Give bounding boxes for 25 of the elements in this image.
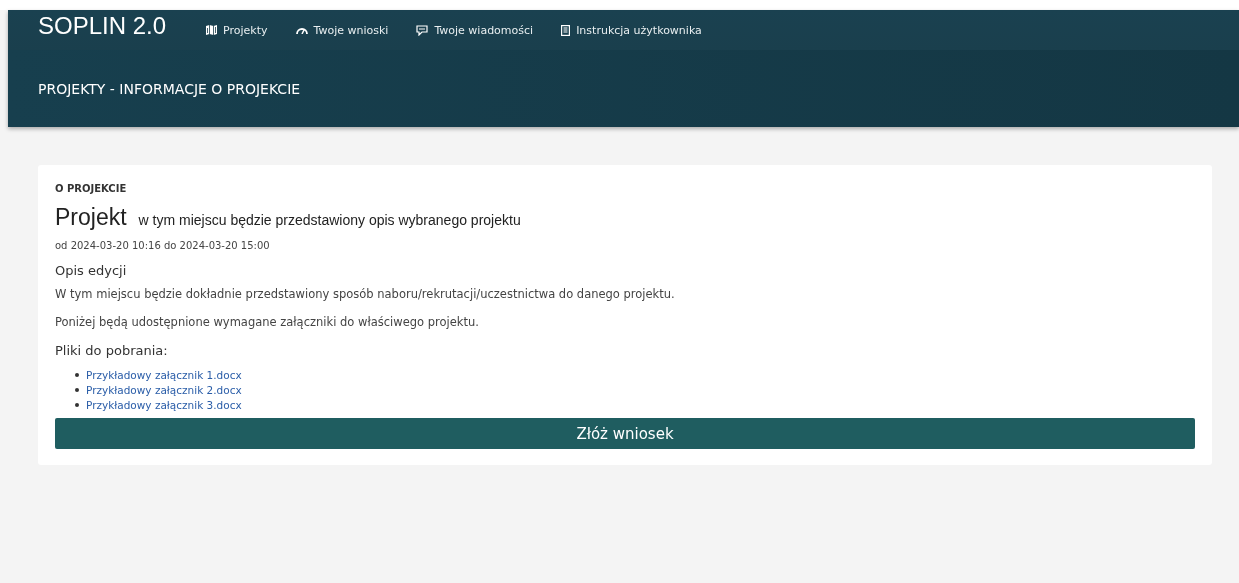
map-icon [206,25,218,35]
description-paragraph: W tym miejscu będzie dokładnie przedstawiony sposób naboru/rekrutacji/uczestnictwa do danego projektu. [55,287,676,301]
book-icon [561,24,571,36]
brand-logo[interactable]: SOPLIN 2.0 [38,12,167,40]
bullet-icon [75,372,79,377]
nav-link[interactable]: Twoje wiadomości [416,23,534,37]
submit-button[interactable]: Złóż wniosek [55,418,1195,449]
section-label: O PROJEKCIE [55,183,128,194]
chat-icon [416,24,429,36]
bullet-icon [75,387,79,392]
page-title: PROJEKTY - INFORMACJE O PROJEKCIE [38,80,301,97]
section-heading: Pliki do pobrania: [55,343,169,358]
date-range: od 2024-03-20 10:16 do 2024-03-20 15:00 [55,240,271,251]
nav-link[interactable]: Twoje wnioski [295,23,389,37]
nav-link[interactable]: Projekty [206,23,268,37]
description-paragraph: Poniżej będą udostępnione wymagane załączniki do właściwego projektu. [55,315,480,329]
file-link[interactable]: Przykładowy załącznik 1.docx [86,368,242,381]
project-subtitle: w tym miejscu będzie przedstawiony opis wybranego projektu [138,212,521,228]
bullet-icon [75,402,79,407]
section-heading: Opis edycji [55,263,128,278]
file-link[interactable]: Przykładowy załącznik 2.docx [86,383,242,396]
gauge-icon [295,26,308,34]
project-title: Projekt [55,204,127,231]
nav-link[interactable]: Instrukcja użytkownika [561,23,702,37]
file-link[interactable]: Przykładowy załącznik 3.docx [86,398,242,411]
